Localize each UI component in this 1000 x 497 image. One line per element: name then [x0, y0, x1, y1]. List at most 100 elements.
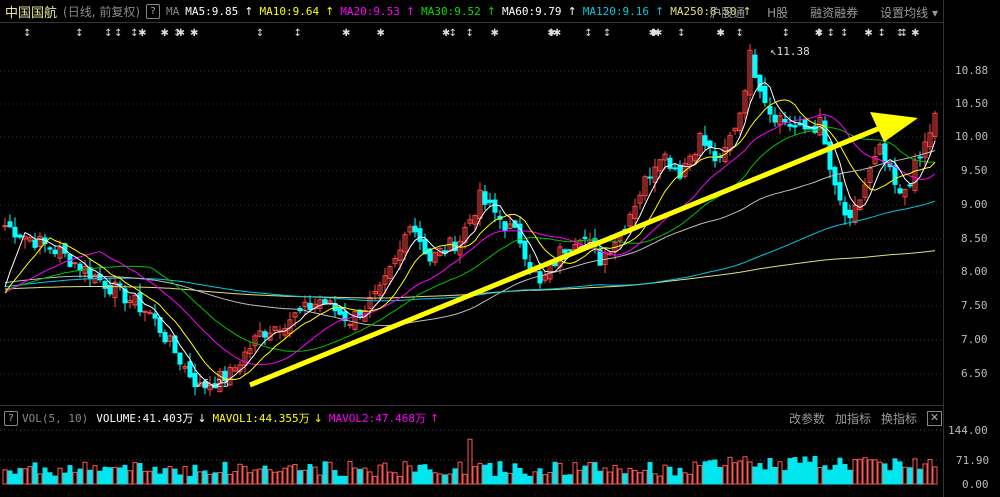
event-marker-icon[interactable]: ✱ — [716, 28, 724, 39]
candle — [187, 361, 193, 378]
volume-bar — [932, 466, 938, 485]
event-marker-icon[interactable]: ✱ — [190, 28, 198, 39]
event-marker-icon[interactable]: ✱ — [547, 28, 555, 39]
volume-bar — [892, 458, 898, 485]
volume-bar — [732, 462, 738, 485]
change-params-button[interactable]: 改参数 — [789, 410, 825, 427]
event-marker-icon[interactable]: ✱ — [649, 28, 657, 39]
event-marker-icon[interactable]: ✱ — [342, 28, 350, 39]
event-marker-icon[interactable]: ↕ — [677, 28, 685, 39]
volume-bar — [292, 464, 298, 485]
volume-bar — [347, 461, 353, 485]
event-marker-icon[interactable]: ↕ — [840, 28, 848, 39]
ma60-line — [4, 150, 936, 327]
event-marker-icon[interactable]: ↕ — [114, 28, 122, 39]
event-marker-icon[interactable]: ↕ — [827, 28, 835, 39]
vol-help-button[interactable]: ? — [4, 410, 18, 426]
event-marker-icon[interactable]: ✱ — [864, 28, 872, 39]
event-marker-icon[interactable]: ↕ — [815, 28, 823, 39]
volume-bar — [272, 471, 278, 485]
volume-bar — [252, 469, 258, 485]
volume-bar — [482, 464, 488, 485]
volume-bar — [42, 467, 48, 485]
volume-bar — [122, 464, 128, 485]
volume-bar — [712, 459, 718, 485]
volume-bar — [212, 472, 218, 485]
candle — [102, 281, 108, 289]
volume-bar — [917, 468, 923, 485]
volume-bar — [167, 466, 173, 485]
volume-bar — [327, 461, 333, 485]
volume-bar — [502, 471, 508, 485]
event-marker-icon[interactable]: ↕ — [466, 28, 474, 39]
event-marker-icon[interactable]: ↕ — [878, 28, 886, 39]
volume-bar — [157, 473, 163, 485]
volume-bar — [392, 472, 398, 485]
event-marker-icon[interactable]: ↕ — [735, 28, 743, 39]
volume-bar — [577, 469, 583, 485]
volume-bar — [377, 464, 383, 485]
volume-bar — [832, 464, 838, 485]
volume-bar — [497, 461, 503, 485]
volume-bar — [642, 469, 648, 485]
trend-arrowhead — [870, 112, 918, 142]
volume-bar — [282, 467, 288, 485]
event-marker-icon[interactable]: ↕ — [75, 28, 83, 39]
arrow-icon: ↓ — [197, 412, 207, 425]
volume-bar — [137, 463, 143, 485]
event-marker-icon[interactable]: ✱ — [442, 28, 450, 39]
event-marker-icon[interactable]: ↕ — [584, 28, 592, 39]
event-marker-icon[interactable]: ↕ — [294, 28, 302, 39]
volume-bar — [907, 467, 913, 485]
event-marker-icon[interactable]: ✱ — [491, 28, 499, 39]
event-marker-icon[interactable]: ✱ — [911, 28, 919, 39]
event-marker-icon[interactable]: ↕ — [23, 28, 31, 39]
volume-bar — [447, 473, 453, 485]
axis-divider — [943, 0, 944, 497]
volume-bar — [667, 466, 673, 485]
candle — [907, 184, 913, 187]
candle — [787, 123, 793, 127]
candle — [667, 157, 673, 169]
candle — [157, 317, 163, 333]
candle — [567, 249, 573, 252]
event-marker-icon[interactable]: ✱ — [376, 28, 384, 39]
candle — [2, 225, 8, 228]
vol-value: MAVOL1:44.355万 — [212, 412, 310, 425]
volume-bar — [437, 473, 443, 485]
event-marker-icon[interactable]: ↕ — [104, 28, 112, 39]
candle — [752, 54, 758, 78]
event-marker-icon[interactable]: ↕ — [173, 28, 181, 39]
switch-indicator-button[interactable]: 换指标 — [881, 410, 917, 427]
volume-bar — [312, 466, 318, 485]
vol-axis-label: 144.00 — [948, 424, 988, 437]
volume-bar — [782, 470, 788, 485]
volume-bar — [512, 463, 518, 485]
event-marker-icon[interactable]: ↕ — [603, 28, 611, 39]
volume-bar — [337, 475, 343, 485]
volume-bar — [592, 462, 598, 485]
ma250-line — [4, 250, 936, 299]
event-marker-icon[interactable]: ↕ — [896, 28, 904, 39]
event-marker-icon[interactable]: ↕ — [782, 28, 790, 39]
event-marker-icon[interactable]: ↕ — [256, 28, 264, 39]
volume-bar — [637, 472, 643, 485]
event-marker-icon[interactable]: ✱ — [160, 28, 168, 39]
volume-bar — [727, 456, 733, 485]
volume-bar — [652, 473, 658, 485]
candle — [837, 182, 843, 201]
candle — [562, 249, 568, 254]
event-marker-icon[interactable]: ✱ — [138, 28, 146, 39]
candle — [337, 306, 343, 315]
volume-bar — [147, 470, 153, 485]
candle — [482, 191, 488, 205]
price-axis-label: 7.50 — [961, 299, 988, 312]
volume-bar — [847, 469, 853, 485]
candle — [17, 234, 23, 238]
close-icon[interactable]: ✕ — [927, 411, 942, 426]
volume-bar — [207, 473, 213, 485]
volume-bar — [237, 463, 243, 485]
add-indicator-button[interactable]: 加指标 — [835, 410, 871, 427]
volume-bar — [607, 471, 613, 485]
candle — [707, 140, 713, 148]
